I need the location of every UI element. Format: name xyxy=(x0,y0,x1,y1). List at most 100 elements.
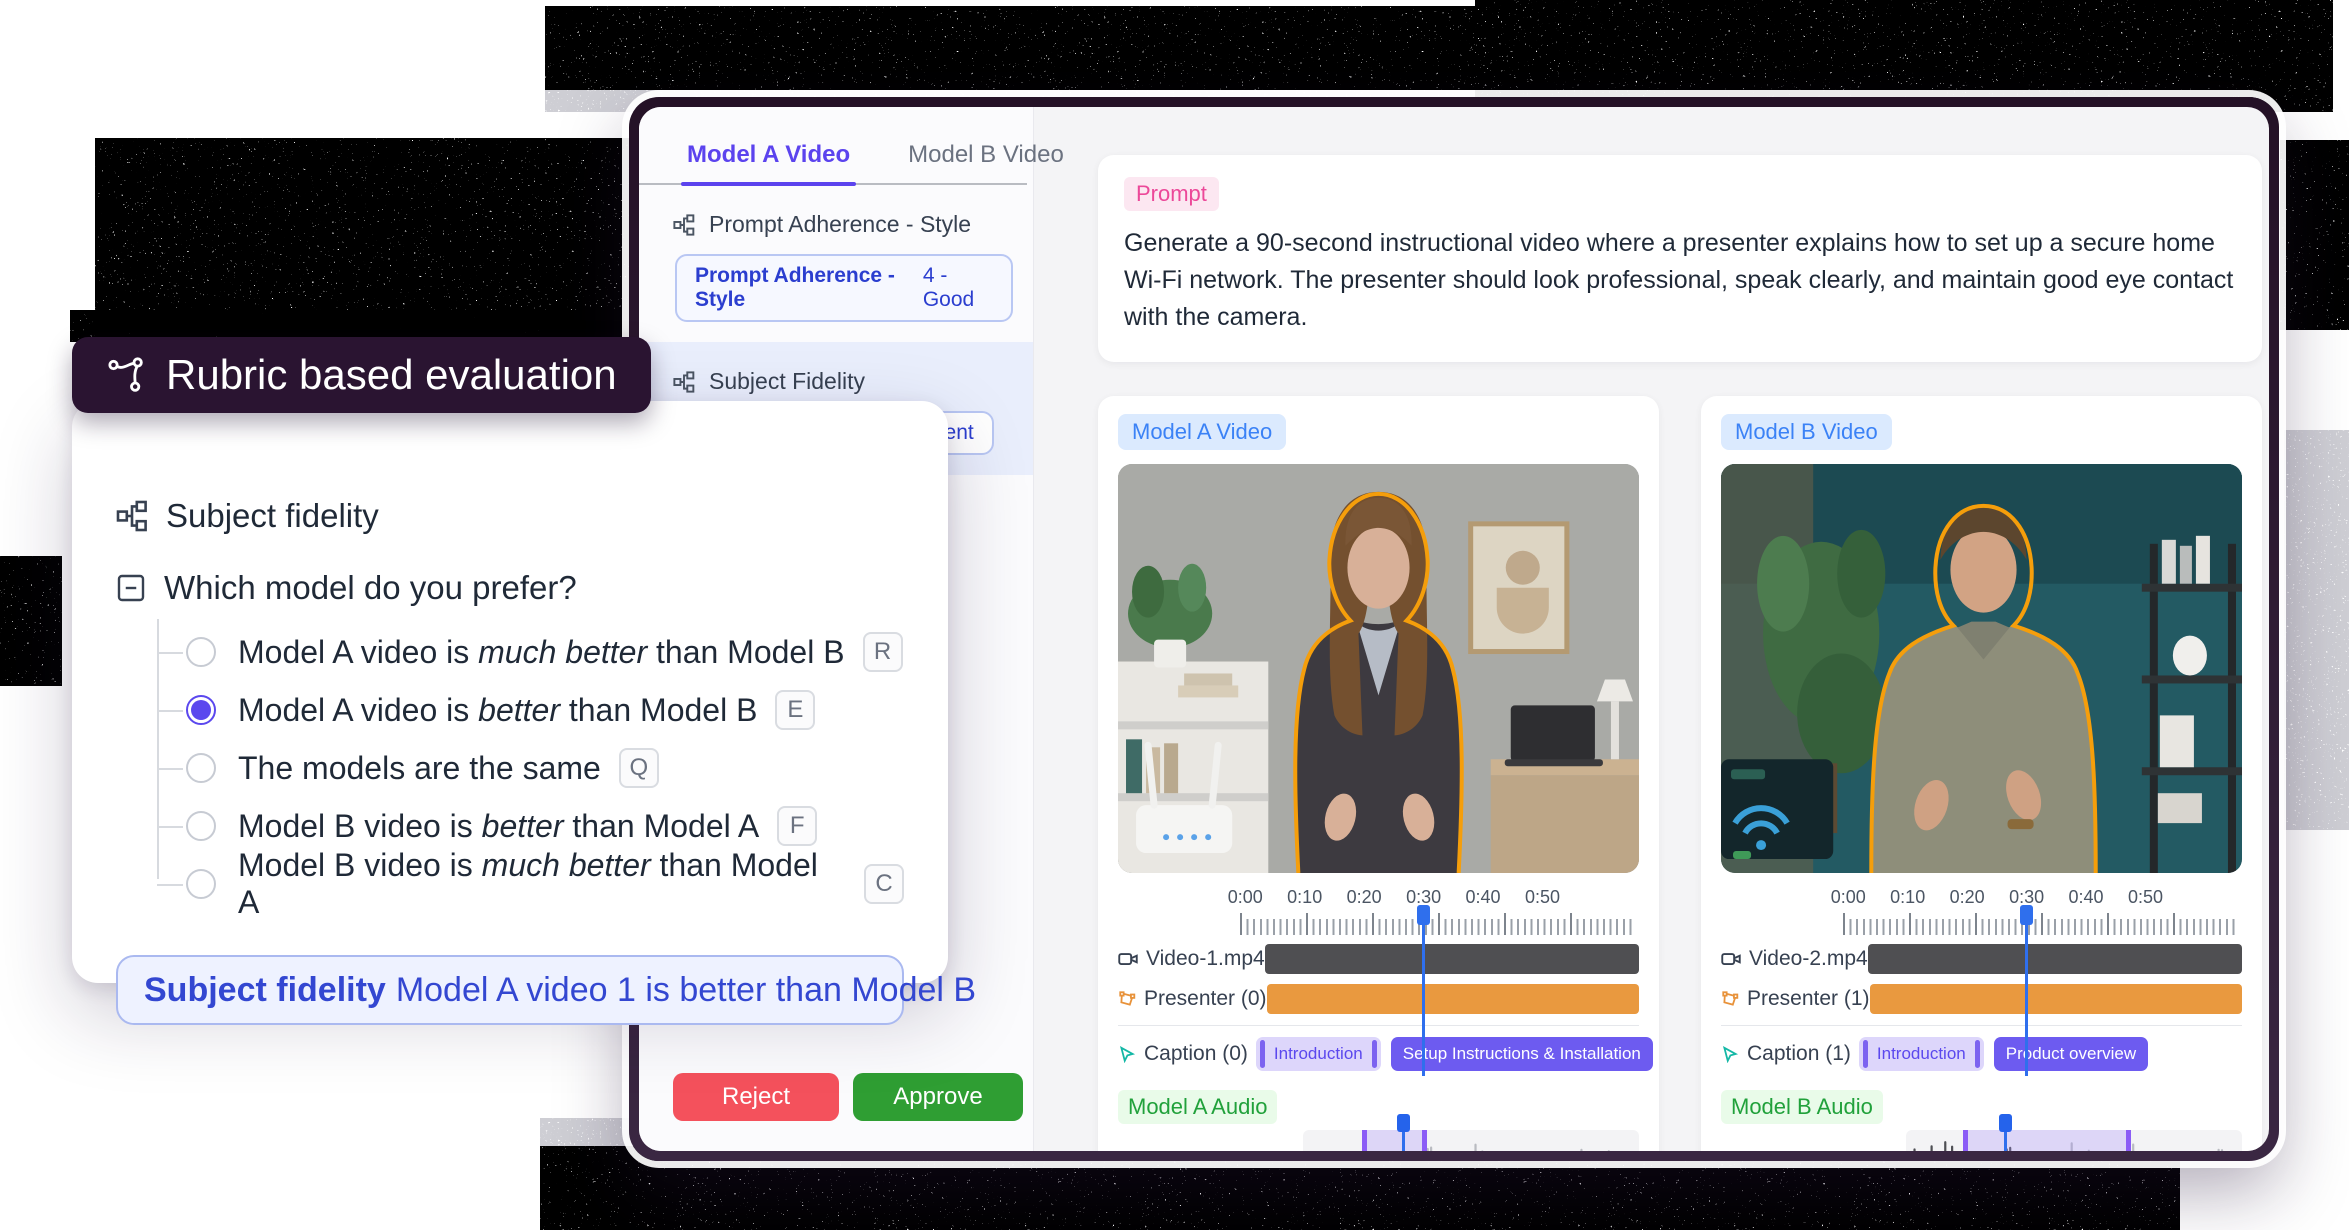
shortcut-key-badge: F xyxy=(777,806,817,846)
model-b-timeline: 0:00 0:10 0:20 0:30 0:40 0:50 xyxy=(1721,887,2242,1076)
presenter-track-bar[interactable] xyxy=(1267,984,1639,1014)
criterion-label: Prompt Adherence - Style xyxy=(709,211,971,238)
summary-criterion: Subject fidelity xyxy=(144,971,386,1010)
model-b-card: Model B Video xyxy=(1701,396,2262,1151)
caption-cursor-icon xyxy=(1721,1045,1739,1063)
model-a-timeline: 0:00 0:10 0:20 0:30 0:40 0:50 xyxy=(1118,887,1639,1076)
sidebar-item-prompt-adherence[interactable]: Prompt Adherence - Style Prompt Adherenc… xyxy=(639,185,1033,342)
track-divider xyxy=(1721,1025,2242,1026)
waveform-selection[interactable] xyxy=(1362,1130,1427,1151)
caption-track-row: Caption (1) Introduction Product overvie… xyxy=(1721,1032,2242,1076)
workflow-node-icon xyxy=(116,500,148,532)
timeline-ruler[interactable]: 0:00 0:10 0:20 0:30 0:40 0:50 xyxy=(1240,887,1639,939)
caption-chip[interactable]: Introduction xyxy=(1256,1037,1381,1071)
tab-model-a-video[interactable]: Model A Video xyxy=(687,141,850,183)
audio-waveform[interactable] xyxy=(1906,1130,2242,1151)
popup-header: Rubric based evaluation xyxy=(72,337,651,413)
tab-model-b-video[interactable]: Model B Video xyxy=(908,141,1064,183)
model-b-video-frame[interactable] xyxy=(1721,464,2242,873)
model-a-video-badge: Model A Video xyxy=(1118,414,1286,450)
video-camera-icon xyxy=(1721,949,1741,969)
radio-button[interactable] xyxy=(186,753,216,783)
video-track-label: Video-2.mp4 xyxy=(1749,947,1868,971)
shortcut-key-badge: Q xyxy=(619,748,659,788)
approve-button[interactable]: Approve xyxy=(853,1073,1023,1121)
video-track-label: Video-1.mp4 xyxy=(1146,947,1265,971)
preference-options: Model A video is much better than Model … xyxy=(116,623,904,913)
audio-waveform[interactable] xyxy=(1303,1130,1639,1151)
radio-button[interactable] xyxy=(186,869,216,899)
audio-playhead[interactable] xyxy=(1402,1126,1405,1151)
tab-model-a-label: Model A Video xyxy=(687,141,850,168)
caption-chip[interactable]: Setup Instructions & Installation xyxy=(1391,1037,1653,1071)
popup-question-label: Which model do you prefer? xyxy=(164,569,577,607)
criterion-score-badge[interactable]: Prompt Adherence - Style4 - Good xyxy=(675,254,1013,322)
caption-cursor-icon xyxy=(1118,1045,1136,1063)
tab-model-b-label: Model B Video xyxy=(908,141,1064,168)
video-track-bar[interactable] xyxy=(1265,944,1639,974)
bounding-box-icon xyxy=(1721,990,1739,1008)
audio-track-row: Audio-2.mp3 xyxy=(1721,1128,2242,1151)
presenter-track-label: Presenter (0) xyxy=(1144,987,1267,1011)
shortcut-key-badge: C xyxy=(864,864,904,904)
caption-chip[interactable]: Introduction xyxy=(1859,1037,1984,1071)
waveform-selection[interactable] xyxy=(1963,1130,2131,1151)
model-a-audio-badge: Model A Audio xyxy=(1118,1090,1277,1124)
audio-track-row: Audio-1.mp3 xyxy=(1118,1128,1639,1151)
page-background: Model A Video Model B Video Prompt Adher… xyxy=(0,0,2349,1230)
comparison-content: Prompt Generate a 90-second instructiona… xyxy=(1034,107,2269,1151)
model-a-video-still xyxy=(1118,464,1639,873)
radio-button[interactable] xyxy=(186,811,216,841)
model-b-video-badge: Model B Video xyxy=(1721,414,1892,450)
collapse-minus-icon[interactable] xyxy=(116,573,146,603)
rubric-popup: Rubric based evaluation Subject fidelity… xyxy=(72,337,948,983)
popup-title: Rubric based evaluation xyxy=(166,351,617,399)
radio-button[interactable] xyxy=(186,637,216,667)
model-a-card: Model A Video xyxy=(1098,396,1659,1151)
option-b-much-better[interactable]: Model B video is much better than Model … xyxy=(116,855,904,913)
video-track-row: Video-1.mp4 xyxy=(1118,939,1639,979)
rubric-branch-icon xyxy=(106,355,146,395)
workflow-node-icon xyxy=(673,214,695,236)
timeline-playhead[interactable] xyxy=(1422,917,1425,1076)
timeline-ticks xyxy=(1240,919,1635,935)
timeline-tick-labels: 0:00 0:10 0:20 0:30 0:40 0:50 xyxy=(1240,887,1639,911)
timeline-ruler[interactable]: 0:00 0:10 0:20 0:30 0:40 0:50 xyxy=(1843,887,2242,939)
prompt-badge: Prompt xyxy=(1124,177,1219,211)
evaluation-summary-box: Subject fidelity Model A video 1 is bett… xyxy=(116,955,904,1025)
option-a-much-better[interactable]: Model A video is much better than Model … xyxy=(116,623,904,681)
caption-track-label: Caption (1) xyxy=(1747,1042,1851,1066)
waveform-bars xyxy=(1307,1136,1635,1151)
presenter-track-bar[interactable] xyxy=(1870,984,2242,1014)
reject-button[interactable]: Reject xyxy=(673,1073,839,1121)
option-a-better[interactable]: Model A video is better than Model B E xyxy=(116,681,904,739)
prompt-text: Generate a 90-second instructional video… xyxy=(1124,225,2236,336)
caption-track-label: Caption (0) xyxy=(1144,1042,1248,1066)
popup-criterion-label: Subject fidelity xyxy=(166,497,379,535)
caption-chip[interactable]: Product overview xyxy=(1994,1037,2148,1071)
model-b-video-still xyxy=(1721,464,2242,873)
timeline-tick-labels: 0:00 0:10 0:20 0:30 0:40 0:50 xyxy=(1843,887,2242,911)
model-a-video-frame[interactable] xyxy=(1118,464,1639,873)
shortcut-key-badge: R xyxy=(863,632,903,672)
timeline-ticks xyxy=(1843,919,2238,935)
radio-button[interactable] xyxy=(186,695,216,725)
track-divider xyxy=(1118,1025,1639,1026)
prompt-card: Prompt Generate a 90-second instructiona… xyxy=(1098,155,2262,362)
shortcut-key-badge: E xyxy=(775,690,815,730)
video-camera-icon xyxy=(1118,949,1138,969)
video-track-row: Video-2.mp4 xyxy=(1721,939,2242,979)
presenter-track-row: Presenter (1) xyxy=(1721,979,2242,1019)
popup-card: Subject fidelity Which model do you pref… xyxy=(72,401,948,983)
video-tabs: Model A Video Model B Video xyxy=(639,107,1027,185)
presenter-track-label: Presenter (1) xyxy=(1747,987,1870,1011)
option-models-same[interactable]: The models are the same Q xyxy=(116,739,904,797)
timeline-playhead[interactable] xyxy=(2025,917,2028,1076)
model-b-audio-badge: Model B Audio xyxy=(1721,1090,1883,1124)
presenter-track-row: Presenter (0) xyxy=(1118,979,1639,1019)
video-track-bar[interactable] xyxy=(1868,944,2242,974)
summary-text: Model A video 1 is better than Model B xyxy=(396,971,976,1010)
bounding-box-icon xyxy=(1118,990,1136,1008)
caption-track-row: Caption (0) Introduction Setup Instructi… xyxy=(1118,1032,1639,1076)
audio-playhead[interactable] xyxy=(2004,1126,2007,1151)
